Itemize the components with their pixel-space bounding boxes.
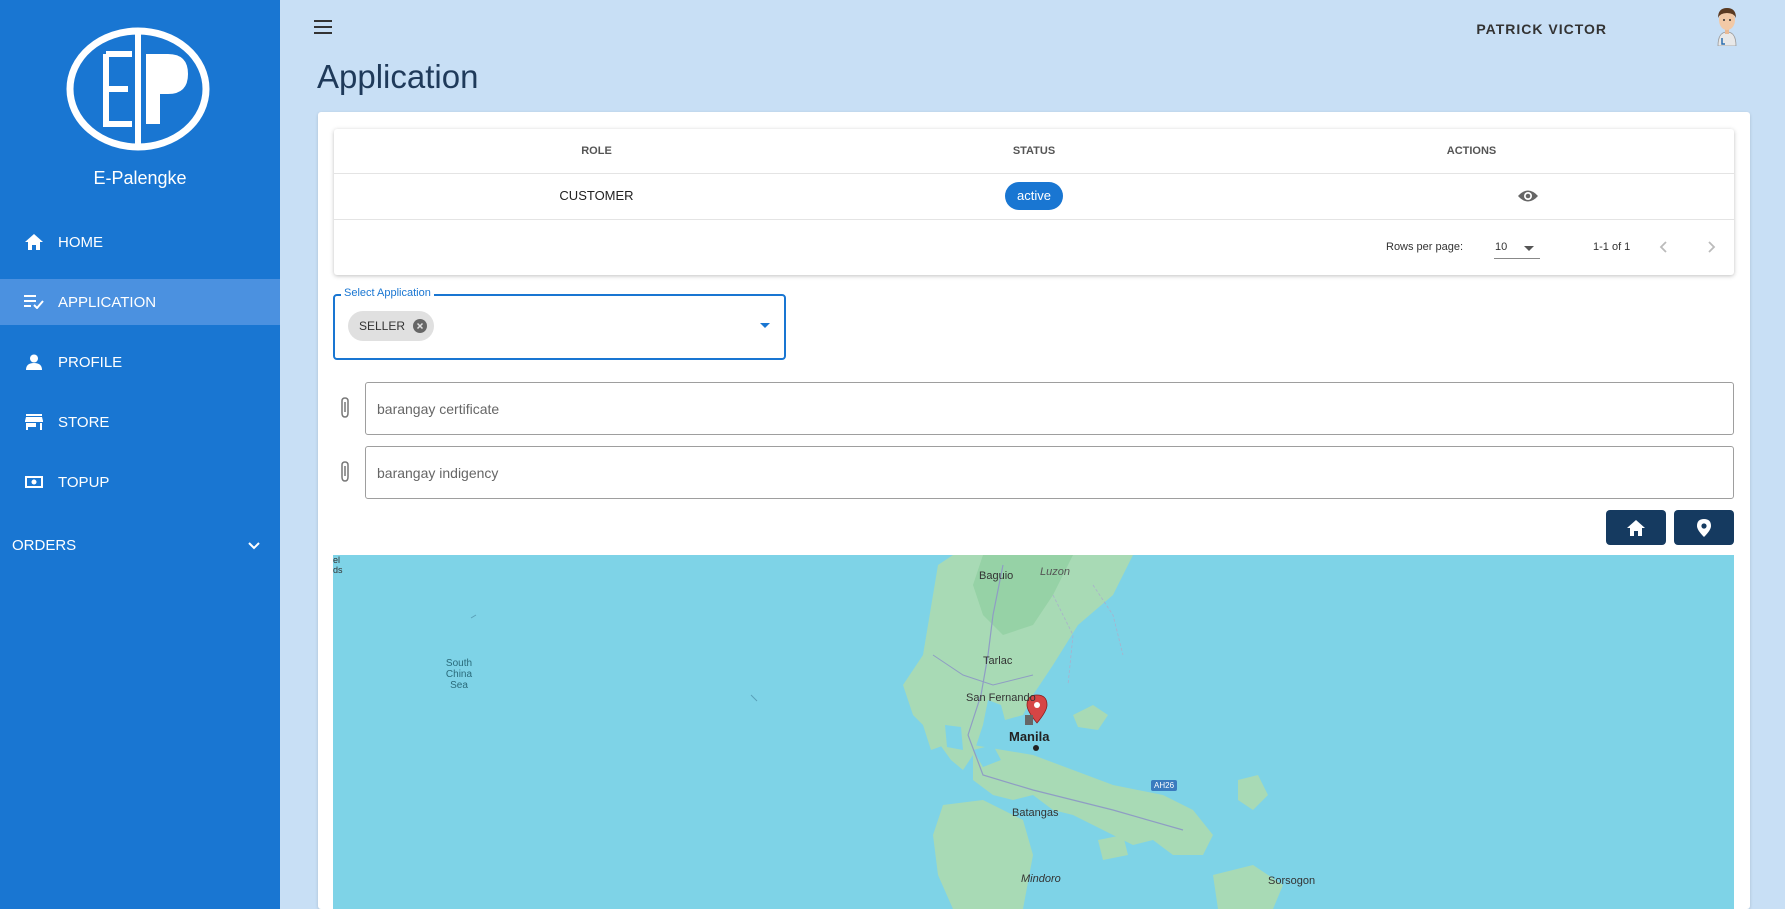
sidebar: E-Palengke HOME APPLICATION PROFILE STOR… [0,0,280,909]
map-label-batangas: Batangas [1012,807,1059,819]
sidebar-item-profile[interactable]: PROFILE [0,339,280,385]
barangay-indigency-input[interactable]: barangay indigency [365,446,1734,499]
rows-per-page-select[interactable]: 10 [1494,237,1540,259]
home-location-button[interactable] [1606,510,1666,545]
rows-per-page-label: Rows per page: [1386,241,1464,253]
pagination-range: 1-1 of 1 [1593,241,1631,253]
menu-icon[interactable] [314,20,336,38]
remove-chip-icon[interactable] [413,319,428,333]
sidebar-item-application[interactable]: APPLICATION [0,279,280,325]
input-placeholder: barangay certificate [377,400,500,417]
column-header-role[interactable]: ROLE [334,129,859,173]
map-label-baguio: Baguio [979,570,1014,582]
prev-page-button[interactable] [1654,237,1674,257]
map-label-mindoro: Mindoro [1021,873,1061,885]
page-title: Application [317,58,479,95]
selected-chip-seller[interactable]: SELLER [348,311,435,341]
column-header-actions: ACTIONS [1446,145,1497,157]
rows-per-page-value: 10 [1495,241,1508,253]
sidebar-item-orders[interactable]: ORDERS [0,522,280,568]
map-label-san-fernando: San Fernando [966,692,1036,704]
store-icon [24,412,44,432]
map-label-sorsogon: Sorsogon [1268,875,1316,887]
sidebar-item-label: STORE [58,413,110,431]
person-icon [24,352,44,372]
sidebar-item-label: APPLICATION [58,293,157,311]
sidebar-item-home[interactable]: HOME [0,219,280,265]
user-name[interactable]: PATRICK VICTOR [1476,21,1607,37]
location-map[interactable]: el ds Baguio Luzon South China Sea Tarlac… [333,555,1734,909]
chip-label: SELLER [359,319,406,333]
select-application[interactable]: Select Application SELLER [333,287,786,360]
map-label-south-china-sea: South China Sea [445,658,473,691]
divider [334,219,1734,220]
map-label-manila: Manila [1009,729,1050,744]
dropdown-caret-icon [760,323,770,328]
sidebar-item-label: HOME [58,233,103,251]
sidebar-item-label: ORDERS [12,536,77,554]
avatar[interactable] [1712,4,1742,47]
sidebar-item-topup[interactable]: TOPUP [0,459,280,505]
application-card: ROLE STATUS ACTIONS CUSTOMER active Rows… [318,112,1750,909]
caret-down-icon [1524,246,1534,251]
map-edge-label: el ds [333,555,343,575]
cell-status: active [859,173,1209,219]
view-icon[interactable] [1517,187,1539,205]
paperclip-icon[interactable] [338,461,352,483]
sidebar-item-store[interactable]: STORE [0,399,280,445]
next-page-button[interactable] [1701,237,1721,257]
column-header-status[interactable]: STATUS [859,129,1209,173]
sidebar-item-label: PROFILE [58,353,123,371]
map-label-tarlac: Tarlac [983,655,1013,667]
cell-role: CUSTOMER [559,188,634,203]
home-icon [24,232,44,252]
barangay-certificate-input[interactable]: barangay certificate [365,382,1734,435]
map-label-luzon: Luzon [1040,566,1070,578]
map-pin-icon [1697,518,1711,537]
cash-icon [24,472,44,492]
input-placeholder: barangay indigency [377,464,499,481]
brand-name: E-Palengke [93,168,187,188]
select-application-label: Select Application [341,287,434,299]
paperclip-icon[interactable] [338,397,352,419]
applications-table: ROLE STATUS ACTIONS CUSTOMER active Rows… [334,129,1734,275]
ep-logo [66,26,210,152]
sidebar-item-label: TOPUP [58,473,110,491]
chevron-down-icon [248,537,260,554]
map-route-badge: AH26 [1151,780,1178,791]
home-icon [1627,519,1645,536]
playlist-check-icon [24,292,44,312]
status-badge: active [1005,182,1063,210]
locate-button[interactable] [1674,510,1734,545]
